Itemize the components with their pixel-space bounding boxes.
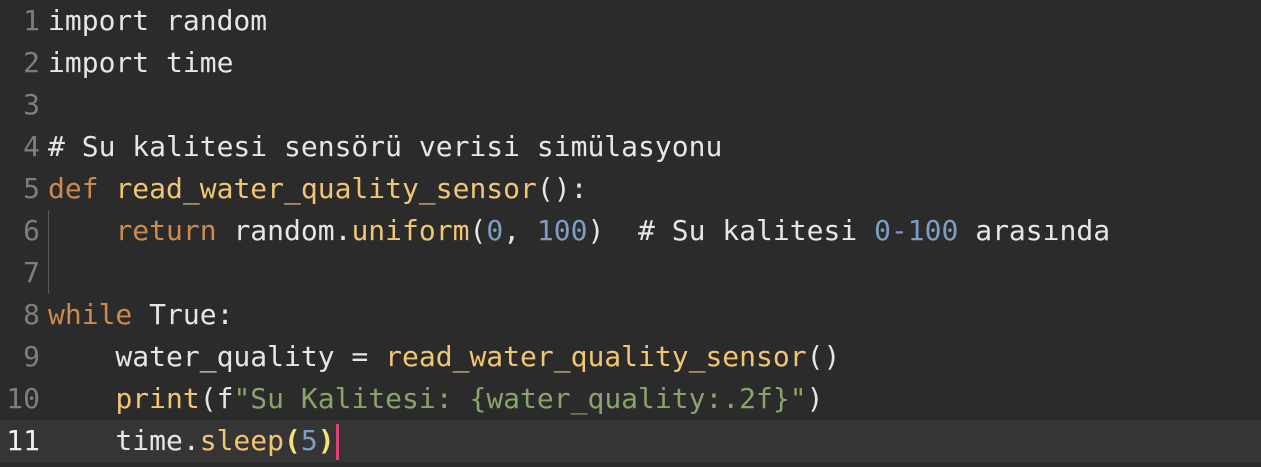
code-text: import random xyxy=(48,0,267,42)
code-line[interactable]: 10 print(f"Su Kalitesi: {water_quality:.… xyxy=(0,378,1261,420)
code-token: () xyxy=(806,340,841,373)
code-token: 0-100 xyxy=(874,214,959,247)
code-token: ) # Su kalitesi xyxy=(587,214,875,247)
code-text: # Su kalitesi sensörü verisi simülasyonu xyxy=(48,126,722,168)
code-line[interactable]: 9 water_quality = read_water_quality_sen… xyxy=(0,336,1261,378)
code-line[interactable]: 5 def read_water_quality_sensor(): xyxy=(0,168,1261,210)
code-text: import time xyxy=(48,42,233,84)
line-number: 2 xyxy=(23,46,40,79)
code-line[interactable]: 7 xyxy=(0,252,1261,294)
code-editor[interactable]: 1 import random 2 import time 3 4 # Su kalites… xyxy=(0,0,1261,467)
code-token: ) xyxy=(806,382,824,415)
code-token: print xyxy=(115,382,200,415)
line-number: 10 xyxy=(6,382,40,415)
code-token: random. xyxy=(216,214,352,247)
code-token: water_quality = xyxy=(48,340,386,373)
line-number: 9 xyxy=(23,340,40,373)
code-token: ( xyxy=(284,424,301,457)
code-token: return xyxy=(115,214,217,247)
code-line[interactable]: 6 return random.uniform(0, 100) # Su kal… xyxy=(0,210,1261,252)
code-token: (f xyxy=(199,382,234,415)
line-number: 1 xyxy=(23,4,40,37)
code-token: 5 xyxy=(300,424,318,457)
line-number: 8 xyxy=(23,298,40,331)
code-text: print(f"Su Kalitesi: {water_quality:.2f}… xyxy=(48,378,823,420)
code-token: time. xyxy=(48,424,200,457)
line-number: 6 xyxy=(23,214,40,247)
code-text: time.sleep(5) xyxy=(48,420,339,462)
code-token: def xyxy=(48,172,99,205)
text-caret xyxy=(335,424,339,460)
code-text: while True: xyxy=(48,294,233,336)
code-text: def read_water_quality_sensor(): xyxy=(48,168,587,210)
line-number: 11 xyxy=(6,424,40,457)
code-line[interactable]: 8 while True: xyxy=(0,294,1261,336)
code-token: import random xyxy=(48,4,268,37)
code-line[interactable]: 11 time.sleep(5) xyxy=(0,420,1261,462)
code-text: water_quality = read_water_quality_senso… xyxy=(48,336,840,378)
line-number: 5 xyxy=(23,172,40,205)
code-token: (): xyxy=(536,172,588,205)
code-token: while xyxy=(48,298,133,331)
code-token: 100 xyxy=(536,214,588,247)
code-token: "Su Kalitesi: {water_quality:.2f}" xyxy=(233,382,807,415)
code-token: # Su kalitesi sensörü verisi simülasyonu xyxy=(48,130,723,163)
code-token: ( xyxy=(469,214,487,247)
code-token: True: xyxy=(132,298,234,331)
code-token: uniform xyxy=(351,214,470,247)
code-text: return random.uniform(0, 100) # Su kalit… xyxy=(48,210,1110,252)
code-token: read_water_quality_sensor xyxy=(385,340,807,373)
code-token: sleep xyxy=(199,424,285,457)
code-line[interactable]: 1 import random xyxy=(0,0,1261,42)
code-line[interactable]: 2 import time xyxy=(0,42,1261,84)
line-number: 3 xyxy=(23,88,40,121)
code-token: 0 xyxy=(486,214,504,247)
code-line[interactable]: 4 # Su kalitesi sensörü verisi simülasyon… xyxy=(0,126,1261,168)
code-line[interactable]: 3 xyxy=(0,84,1261,126)
line-number: 4 xyxy=(23,130,40,163)
line-number: 7 xyxy=(23,256,40,289)
code-token: arasında xyxy=(958,214,1111,247)
code-token: read_water_quality_sensor xyxy=(115,172,537,205)
code-token: import time xyxy=(48,46,234,79)
code-token: ) xyxy=(317,424,335,457)
code-token: , xyxy=(503,214,537,247)
